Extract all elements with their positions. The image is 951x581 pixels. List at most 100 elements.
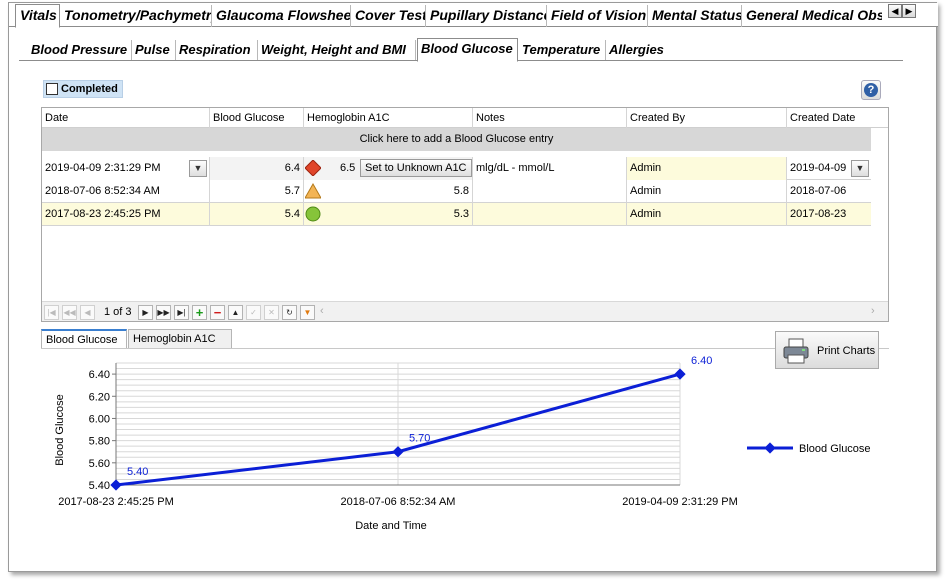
edit-up-icon[interactable]: ▲ xyxy=(228,305,243,320)
created-date-cell[interactable]: 2019-04-09 ▼ xyxy=(787,157,871,180)
tab-scroll-left-icon[interactable]: ◀ xyxy=(888,4,902,18)
created-by-cell[interactable]: Admin xyxy=(627,157,787,180)
y-tick-label: 6.00 xyxy=(89,413,110,425)
scroll-right-icon[interactable]: › xyxy=(871,305,875,317)
tab-blood-pressure[interactable]: Blood Pressure xyxy=(28,40,132,60)
created-by-cell[interactable]: Admin xyxy=(627,203,787,226)
a1c-cell[interactable]: 5.8 xyxy=(304,180,473,203)
table-row[interactable]: 2018-07-06 8:52:34 AM 5.7 5.8 Admin 2018… xyxy=(42,180,871,203)
prev-block-icon[interactable]: ◀◀ xyxy=(62,305,77,320)
tab-pupillary-distance[interactable]: Pupillary Distance xyxy=(426,5,547,27)
x-axis-label: Date and Time xyxy=(355,520,427,532)
first-page-icon[interactable]: |◀ xyxy=(44,305,59,320)
tab-vitals[interactable]: Vitals xyxy=(15,4,60,28)
created-date-cell[interactable]: 2017-08-23 xyxy=(787,203,871,226)
confirm-icon[interactable]: ✓ xyxy=(246,305,261,320)
y-axis-label: Blood Glucose xyxy=(54,394,66,466)
filter-icon[interactable]: ▼ xyxy=(300,305,315,320)
glucose-cell[interactable]: 5.4 xyxy=(210,203,304,226)
col-created-date[interactable]: Created Date xyxy=(787,108,888,128)
cancel-icon[interactable]: ✕ xyxy=(264,305,279,320)
data-label: 5.70 xyxy=(409,433,430,445)
a1c-value: 5.8 xyxy=(453,185,469,197)
top-tab-bar: Vitals Tonometry/Pachymetry Glaucoma Flo… xyxy=(9,3,938,28)
created-date-value: 2019-04-09 xyxy=(790,162,847,174)
legend-marker xyxy=(764,442,776,454)
completed-checkbox[interactable]: Completed xyxy=(43,80,123,98)
x-tick-label: 2019-04-09 2:31:29 PM xyxy=(622,496,738,508)
date-cell[interactable]: 2017-08-23 2:45:25 PM xyxy=(42,203,210,226)
add-entry-row[interactable]: Click here to add a Blood Glucose entry xyxy=(42,128,871,151)
set-unknown-a1c-button[interactable]: Set to Unknown A1C xyxy=(360,159,472,177)
tab-chart-hemoglobin[interactable]: Hemoglobin A1C xyxy=(128,329,232,349)
tab-general-medical[interactable]: General Medical Obse xyxy=(742,5,882,27)
tab-weight-height-bmi[interactable]: Weight, Height and BMI xyxy=(258,40,416,60)
col-hemoglobin[interactable]: Hemoglobin A1C xyxy=(304,108,473,128)
col-date[interactable]: Date xyxy=(42,108,210,128)
y-tick-label: 6.40 xyxy=(89,369,110,381)
col-created-by[interactable]: Created By xyxy=(627,108,787,128)
blood-glucose-chart: 5.40 5.60 5.80 6.00 6.20 6.40 2017-08-23 2:45:… xyxy=(54,355,871,532)
completed-label: Completed xyxy=(61,83,118,95)
tab-allergies[interactable]: Allergies xyxy=(606,40,670,60)
notes-cell[interactable] xyxy=(473,203,627,226)
created-date-cell[interactable]: 2018-07-06 xyxy=(787,180,871,203)
tab-blood-glucose[interactable]: Blood Glucose xyxy=(417,38,518,62)
data-point xyxy=(110,479,122,491)
glucose-cell[interactable]: 5.7 xyxy=(210,180,304,203)
date-cell[interactable]: 2019-04-09 2:31:29 PM ▼ xyxy=(42,157,210,180)
remove-icon[interactable]: − xyxy=(210,305,225,320)
y-tick-label: 6.20 xyxy=(89,391,110,403)
glucose-cell[interactable]: 6.4 xyxy=(210,157,304,180)
help-button[interactable]: ? xyxy=(861,80,881,100)
y-tick-label: 5.80 xyxy=(89,436,110,448)
chart-tab-bar: Blood Glucose Hemoglobin A1C xyxy=(41,325,889,349)
next-page-icon[interactable]: ▶ xyxy=(138,305,153,320)
pager-text: 1 of 3 xyxy=(104,306,132,318)
scroll-left-icon[interactable]: ‹ xyxy=(320,305,324,317)
table-row[interactable]: 2019-04-09 2:31:29 PM ▼ 6.4 6.5 Set to U… xyxy=(42,157,871,180)
y-tick-label: 5.60 xyxy=(89,458,110,470)
table-row[interactable]: 2017-08-23 2:45:25 PM 5.4 5.3 Admin 2017… xyxy=(42,203,871,226)
col-blood-glucose[interactable]: Blood Glucose xyxy=(210,108,304,128)
help-icon: ? xyxy=(864,83,878,97)
a1c-cell[interactable]: 5.3 xyxy=(304,203,473,226)
a1c-cell[interactable]: 6.5 Set to Unknown A1C xyxy=(304,157,473,180)
last-page-icon[interactable]: ▶| xyxy=(174,305,189,320)
tab-chart-blood-glucose[interactable]: Blood Glucose xyxy=(41,329,127,349)
refresh-icon[interactable]: ↻ xyxy=(282,305,297,320)
circle-green-icon xyxy=(305,206,321,222)
data-label: 5.40 xyxy=(127,466,148,478)
blood-glucose-grid: Date Blood Glucose Hemoglobin A1C Notes … xyxy=(41,107,889,322)
diamond-red-icon xyxy=(305,160,321,176)
tab-temperature[interactable]: Temperature xyxy=(519,40,606,60)
data-point xyxy=(674,368,686,380)
tab-respiration[interactable]: Respiration xyxy=(176,40,258,60)
prev-page-icon[interactable]: ◀ xyxy=(80,305,95,320)
notes-cell[interactable]: mlg/dL - mmol/L xyxy=(473,157,627,180)
checkbox-box[interactable] xyxy=(46,83,58,95)
add-icon[interactable]: + xyxy=(192,305,207,320)
tab-field-of-vision[interactable]: Field of Vision xyxy=(547,5,648,27)
chevron-down-icon[interactable]: ▼ xyxy=(189,160,207,177)
triangle-orange-icon xyxy=(305,183,321,199)
a1c-value: 5.3 xyxy=(453,208,469,220)
col-notes[interactable]: Notes xyxy=(473,108,627,128)
a1c-value: 6.5 xyxy=(340,162,356,174)
notes-cell[interactable] xyxy=(473,180,627,203)
tab-glaucoma-flowsheet[interactable]: Glaucoma Flowsheet xyxy=(212,5,351,27)
tab-pulse[interactable]: Pulse xyxy=(132,40,176,60)
sub-tab-bar: Blood Pressure Pulse Respiration Weight,… xyxy=(19,37,903,62)
tab-mental-status[interactable]: Mental Status xyxy=(648,5,742,27)
tab-tonometry[interactable]: Tonometry/Pachymetry xyxy=(60,5,212,27)
tab-cover-test[interactable]: Cover Test xyxy=(351,5,426,27)
chart-tab-divider xyxy=(41,348,889,349)
date-cell[interactable]: 2018-07-06 8:52:34 AM xyxy=(42,180,210,203)
chevron-down-icon[interactable]: ▼ xyxy=(851,160,869,177)
legend-label: Blood Glucose xyxy=(799,443,871,455)
next-block-icon[interactable]: ▶▶ xyxy=(156,305,171,320)
created-by-cell[interactable]: Admin xyxy=(627,180,787,203)
grid-header: Date Blood Glucose Hemoglobin A1C Notes … xyxy=(42,108,888,128)
tab-scroll-right-icon[interactable]: ▶ xyxy=(902,4,916,18)
x-tick-label: 2017-08-23 2:45:25 PM xyxy=(58,496,174,508)
